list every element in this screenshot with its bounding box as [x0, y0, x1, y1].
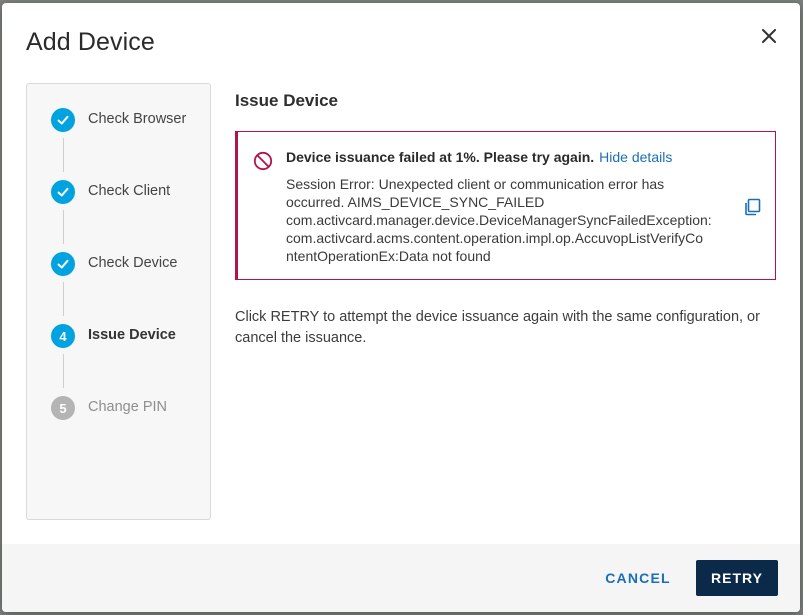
step-connector — [63, 210, 64, 244]
step-connector — [63, 138, 64, 172]
error-details-line: com.activcard.manager.device.DeviceManag… — [286, 212, 712, 228]
hide-details-link[interactable]: Hide details — [599, 149, 672, 165]
error-details-line: ntentOperationEx:Data not found — [286, 248, 491, 264]
error-details: Session Error: Unexpected client or comm… — [286, 175, 726, 265]
step-label: Check Device — [88, 255, 178, 271]
copy-details-button[interactable] — [742, 196, 764, 218]
error-details-line: occurred. AIMS_DEVICE_SYNC_FAILED — [286, 194, 545, 210]
section-title: Issue Device — [235, 91, 339, 110]
error-headline: Device issuance failed at 1%. Please try… — [286, 149, 672, 165]
check-icon — [51, 108, 75, 132]
error-details-line: Session Error: Unexpected client or comm… — [286, 176, 665, 192]
copy-icon — [745, 198, 761, 216]
step-label: Issue Device — [88, 327, 176, 343]
step-label: Change PIN — [88, 399, 167, 415]
step-label: Check Browser — [88, 111, 187, 127]
cancel-button[interactable]: CANCEL — [598, 561, 678, 595]
blocked-icon — [253, 151, 273, 171]
help-text: Click RETRY to attempt the device issuan… — [235, 309, 760, 346]
step-change-pin: 5 Change PIN — [27, 390, 210, 426]
dialog-title: Add Device — [26, 28, 155, 56]
dialog-footer: CANCEL RETRY — [2, 544, 800, 612]
step-label: Check Client — [88, 183, 171, 199]
retry-button[interactable]: RETRY — [696, 560, 778, 596]
step-number-marker: 4 — [51, 324, 75, 348]
step-number-marker: 5 — [51, 396, 75, 420]
step-connector — [63, 354, 64, 388]
close-button[interactable] — [758, 25, 780, 47]
error-headline-text: Device issuance failed at 1%. Please try… — [286, 149, 595, 165]
close-icon — [762, 29, 776, 43]
error-alert: Device issuance failed at 1%. Please try… — [235, 131, 776, 280]
step-check-device: Check Device — [27, 246, 210, 282]
check-icon — [51, 180, 75, 204]
add-device-dialog: Add Device Check Browser Check Client Ch… — [2, 3, 800, 612]
check-icon — [51, 252, 75, 276]
step-check-browser: Check Browser — [27, 102, 210, 138]
step-connector — [63, 282, 64, 316]
error-details-line: com.activcard.acms.content.operation.imp… — [286, 230, 704, 246]
step-issue-device: 4 Issue Device — [27, 318, 210, 354]
stepper-panel: Check Browser Check Client Check Device … — [26, 83, 211, 520]
step-check-client: Check Client — [27, 174, 210, 210]
